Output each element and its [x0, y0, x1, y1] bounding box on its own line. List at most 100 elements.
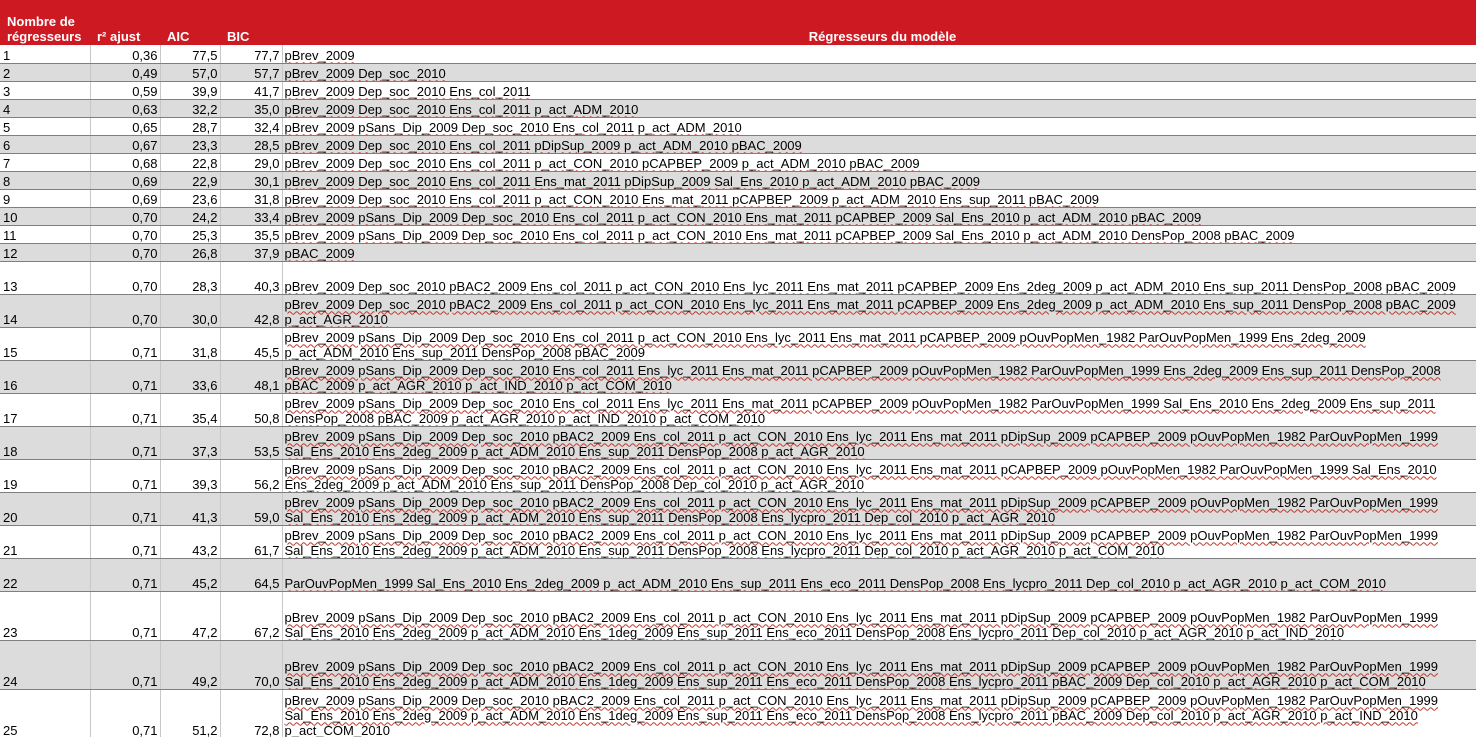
cell-bic[interactable]: 57,7	[220, 63, 283, 82]
cell-aic[interactable]: 22,8	[160, 153, 221, 172]
cell-bic[interactable]: 59,0	[220, 492, 283, 526]
cell-model-regressors[interactable]: pBrev_2009 pSans_Dip_2009 Dep_soc_2010 p…	[282, 459, 1476, 493]
cell-aic[interactable]: 25,3	[160, 225, 221, 244]
cell-aic[interactable]: 28,3	[160, 261, 221, 295]
cell-bic[interactable]: 40,3	[220, 261, 283, 295]
cell-aic[interactable]: 31,8	[160, 327, 221, 361]
cell-aic[interactable]: 51,2	[160, 689, 221, 737]
cell-r2-adjusted[interactable]: 0,49	[90, 63, 161, 82]
cell-bic[interactable]: 32,4	[220, 117, 283, 136]
cell-aic[interactable]: 26,8	[160, 243, 221, 262]
cell-regressor-count[interactable]: 17	[0, 393, 91, 427]
cell-r2-adjusted[interactable]: 0,67	[90, 135, 161, 154]
cell-model-regressors[interactable]: pBrev_2009 Dep_soc_2010 Ens_col_2011 p_a…	[282, 189, 1476, 208]
header-bic[interactable]: BIC	[220, 0, 282, 45]
cell-model-regressors[interactable]: pBrev_2009 pSans_Dip_2009 Dep_soc_2010 p…	[282, 426, 1476, 460]
cell-aic[interactable]: 23,3	[160, 135, 221, 154]
cell-bic[interactable]: 35,0	[220, 99, 283, 118]
cell-regressor-count[interactable]: 11	[0, 225, 91, 244]
cell-model-regressors[interactable]: pBrev_2009 pSans_Dip_2009 Dep_soc_2010 p…	[282, 591, 1476, 641]
cell-regressor-count[interactable]: 1	[0, 45, 91, 64]
cell-model-regressors[interactable]: pBrev_2009 Dep_soc_2010	[282, 63, 1476, 82]
cell-regressor-count[interactable]: 23	[0, 591, 91, 641]
cell-r2-adjusted[interactable]: 0,71	[90, 393, 161, 427]
cell-bic[interactable]: 29,0	[220, 153, 283, 172]
cell-r2-adjusted[interactable]: 0,70	[90, 294, 161, 328]
cell-aic[interactable]: 30,0	[160, 294, 221, 328]
cell-r2-adjusted[interactable]: 0,70	[90, 243, 161, 262]
cell-bic[interactable]: 45,5	[220, 327, 283, 361]
cell-r2-adjusted[interactable]: 0,71	[90, 459, 161, 493]
cell-r2-adjusted[interactable]: 0,70	[90, 225, 161, 244]
header-aic[interactable]: AIC	[160, 0, 220, 45]
cell-regressor-count[interactable]: 21	[0, 525, 91, 559]
cell-aic[interactable]: 37,3	[160, 426, 221, 460]
cell-model-regressors[interactable]: pBrev_2009 pSans_Dip_2009 Dep_soc_2010 E…	[282, 393, 1476, 427]
cell-aic[interactable]: 22,9	[160, 171, 221, 190]
cell-bic[interactable]: 72,8	[220, 689, 283, 737]
cell-r2-adjusted[interactable]: 0,70	[90, 261, 161, 295]
cell-regressor-count[interactable]: 14	[0, 294, 91, 328]
cell-r2-adjusted[interactable]: 0,36	[90, 45, 161, 64]
cell-model-regressors[interactable]: pBrev_2009 Dep_soc_2010 Ens_col_2011 Ens…	[282, 171, 1476, 190]
cell-aic[interactable]: 39,3	[160, 459, 221, 493]
cell-regressor-count[interactable]: 5	[0, 117, 91, 136]
cell-aic[interactable]: 49,2	[160, 640, 221, 690]
cell-bic[interactable]: 28,5	[220, 135, 283, 154]
cell-regressor-count[interactable]: 15	[0, 327, 91, 361]
cell-regressor-count[interactable]: 25	[0, 689, 91, 737]
cell-bic[interactable]: 61,7	[220, 525, 283, 559]
cell-model-regressors[interactable]: pBrev_2009 pSans_Dip_2009 Dep_soc_2010 E…	[282, 327, 1476, 361]
cell-regressor-count[interactable]: 24	[0, 640, 91, 690]
header-regressor-count[interactable]: Nombre de régresseurs	[0, 0, 90, 45]
cell-r2-adjusted[interactable]: 0,70	[90, 207, 161, 226]
cell-bic[interactable]: 70,0	[220, 640, 283, 690]
cell-r2-adjusted[interactable]: 0,59	[90, 81, 161, 100]
cell-r2-adjusted[interactable]: 0,71	[90, 640, 161, 690]
cell-r2-adjusted[interactable]: 0,71	[90, 426, 161, 460]
cell-r2-adjusted[interactable]: 0,71	[90, 360, 161, 394]
cell-aic[interactable]: 77,5	[160, 45, 221, 64]
cell-aic[interactable]: 39,9	[160, 81, 221, 100]
cell-regressor-count[interactable]: 8	[0, 171, 91, 190]
cell-r2-adjusted[interactable]: 0,71	[90, 689, 161, 737]
cell-aic[interactable]: 41,3	[160, 492, 221, 526]
cell-aic[interactable]: 23,6	[160, 189, 221, 208]
cell-regressor-count[interactable]: 12	[0, 243, 91, 262]
cell-aic[interactable]: 43,2	[160, 525, 221, 559]
cell-regressor-count[interactable]: 20	[0, 492, 91, 526]
cell-aic[interactable]: 35,4	[160, 393, 221, 427]
cell-aic[interactable]: 24,2	[160, 207, 221, 226]
cell-regressor-count[interactable]: 4	[0, 99, 91, 118]
cell-regressor-count[interactable]: 6	[0, 135, 91, 154]
cell-aic[interactable]: 45,2	[160, 558, 221, 592]
cell-model-regressors[interactable]: pBrev_2009 pSans_Dip_2009 Dep_soc_2010 p…	[282, 492, 1476, 526]
cell-regressor-count[interactable]: 7	[0, 153, 91, 172]
cell-bic[interactable]: 48,1	[220, 360, 283, 394]
cell-bic[interactable]: 37,9	[220, 243, 283, 262]
cell-model-regressors[interactable]: pBrev_2009 Dep_soc_2010 Ens_col_2011	[282, 81, 1476, 100]
cell-bic[interactable]: 50,8	[220, 393, 283, 427]
cell-model-regressors[interactable]: pBrev_2009 Dep_soc_2010 Ens_col_2011 p_a…	[282, 99, 1476, 118]
cell-aic[interactable]: 28,7	[160, 117, 221, 136]
cell-bic[interactable]: 64,5	[220, 558, 283, 592]
cell-r2-adjusted[interactable]: 0,69	[90, 189, 161, 208]
cell-model-regressors[interactable]: pBAC_2009	[282, 243, 1476, 262]
cell-model-regressors[interactable]: pBrev_2009 Dep_soc_2010 Ens_col_2011 pDi…	[282, 135, 1476, 154]
cell-regressor-count[interactable]: 3	[0, 81, 91, 100]
cell-regressor-count[interactable]: 13	[0, 261, 91, 295]
cell-regressor-count[interactable]: 2	[0, 63, 91, 82]
cell-model-regressors[interactable]: pBrev_2009 pSans_Dip_2009 Dep_soc_2010 p…	[282, 640, 1476, 690]
cell-regressor-count[interactable]: 19	[0, 459, 91, 493]
cell-model-regressors[interactable]: pBrev_2009 pSans_Dip_2009 Dep_soc_2010 E…	[282, 360, 1476, 394]
cell-regressor-count[interactable]: 10	[0, 207, 91, 226]
header-r2-adjusted[interactable]: r² ajust	[90, 0, 160, 45]
cell-model-regressors[interactable]: pBrev_2009 pSans_Dip_2009 Dep_soc_2010 E…	[282, 207, 1476, 226]
cell-bic[interactable]: 41,7	[220, 81, 283, 100]
cell-aic[interactable]: 47,2	[160, 591, 221, 641]
cell-model-regressors[interactable]: pBrev_2009 pSans_Dip_2009 Dep_soc_2010 p…	[282, 689, 1476, 737]
cell-r2-adjusted[interactable]: 0,71	[90, 327, 161, 361]
cell-regressor-count[interactable]: 9	[0, 189, 91, 208]
cell-model-regressors[interactable]: pBrev_2009	[282, 45, 1476, 64]
cell-bic[interactable]: 30,1	[220, 171, 283, 190]
